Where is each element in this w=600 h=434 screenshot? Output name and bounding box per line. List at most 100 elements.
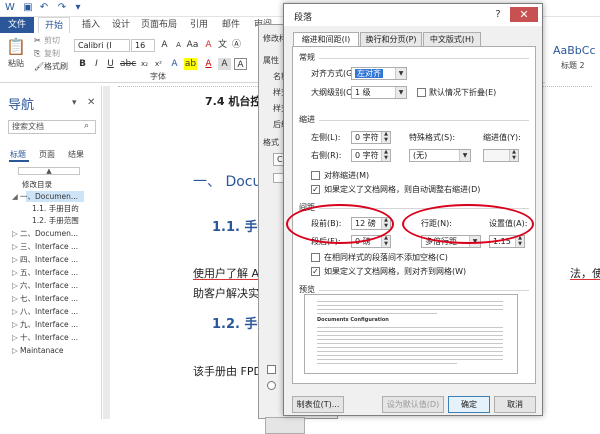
- nav-tab-results[interactable]: 结果: [68, 149, 84, 160]
- close-icon[interactable]: ✕: [510, 7, 538, 22]
- cancel-button[interactable]: 取消: [494, 396, 536, 413]
- expand-icon[interactable]: ▷: [12, 268, 18, 277]
- expand-icon[interactable]: ▷: [12, 281, 18, 290]
- char-border-icon[interactable]: A: [234, 58, 247, 70]
- nav-options-icon[interactable]: ▾: [72, 98, 77, 108]
- set-default-button[interactable]: 设为默认值(D): [382, 396, 444, 413]
- spinner-arrows-icon[interactable]: ▲ ▼: [381, 235, 390, 247]
- nav-item[interactable]: 修改目录: [22, 180, 52, 189]
- nav-item[interactable]: 六、Interface ...: [20, 281, 78, 290]
- nav-tab-headings[interactable]: 标题: [10, 149, 26, 160]
- nav-item[interactable]: 1.1. 手册目的: [32, 204, 79, 213]
- font-size-combo[interactable]: 16: [131, 39, 155, 52]
- underline-icon[interactable]: U: [104, 58, 117, 70]
- expand-icon[interactable]: ▷: [12, 255, 18, 264]
- snap-to-grid-checkbox[interactable]: ✓: [311, 267, 320, 276]
- tab-design[interactable]: 设计: [108, 17, 134, 33]
- nav-item[interactable]: 四、Interface ...: [20, 255, 78, 264]
- undo-icon[interactable]: ↶: [38, 2, 50, 14]
- text-effects-icon[interactable]: A: [168, 58, 181, 70]
- phonetic-icon[interactable]: 文: [216, 39, 229, 51]
- help-icon[interactable]: ?: [489, 7, 507, 22]
- nav-item[interactable]: 一、Documen...: [20, 192, 78, 201]
- copy-label[interactable]: 复制: [44, 49, 60, 59]
- nav-item[interactable]: 十、Interface ...: [20, 333, 78, 342]
- behind-checkbox[interactable]: [267, 365, 276, 374]
- paste-icon[interactable]: 📋: [6, 37, 26, 57]
- collapsed-checkbox[interactable]: [417, 88, 426, 97]
- tab-line-page-breaks[interactable]: 换行和分页(P): [360, 32, 422, 47]
- expand-icon[interactable]: ▷: [12, 229, 18, 238]
- tab-references[interactable]: 引用: [186, 17, 212, 33]
- nav-tab-pages[interactable]: 页面: [39, 149, 55, 160]
- auto-adjust-right-checkbox[interactable]: ✓: [311, 185, 320, 194]
- expand-icon[interactable]: ▷: [12, 346, 18, 355]
- ok-button[interactable]: 确定: [448, 396, 490, 413]
- highlight-icon[interactable]: ab: [184, 58, 197, 70]
- redo-icon[interactable]: ↷: [56, 2, 68, 14]
- nav-item[interactable]: 五、Interface ...: [20, 268, 78, 277]
- copy-icon[interactable]: ⎘: [34, 49, 40, 59]
- nav-item[interactable]: 1.2. 手册范围: [32, 216, 79, 225]
- subscript-icon[interactable]: x₂: [138, 58, 151, 70]
- tab-page-layout[interactable]: 页面布局: [138, 17, 180, 33]
- nav-search-input[interactable]: 搜索文档: [8, 120, 96, 134]
- font-name-combo[interactable]: Calibri (I: [74, 39, 130, 52]
- tab-insert[interactable]: 插入: [78, 17, 104, 33]
- save-icon[interactable]: ▣: [22, 2, 34, 14]
- customize-qat-icon[interactable]: ▾: [72, 2, 84, 14]
- grow-font-icon[interactable]: A: [158, 39, 171, 51]
- left-indent-spinner[interactable]: 0 字符 ▲ ▼: [351, 131, 391, 144]
- tabs-button[interactable]: 制表位(T)...: [292, 396, 344, 413]
- special-format-select[interactable]: (无) ▼: [409, 149, 471, 162]
- search-icon[interactable]: ⌕: [84, 121, 89, 131]
- indent-section-title: 缩进: [299, 115, 315, 124]
- superscript-icon[interactable]: x²: [152, 58, 165, 70]
- behind-radio[interactable]: [267, 381, 276, 390]
- nav-item[interactable]: 二、Documen...: [20, 229, 78, 238]
- collapse-icon[interactable]: ◢: [12, 192, 18, 201]
- cut-label[interactable]: 剪切: [44, 36, 60, 46]
- nav-item[interactable]: Maintanace: [20, 346, 64, 355]
- font-color-icon[interactable]: A: [202, 58, 215, 70]
- mirror-indents-checkbox[interactable]: [311, 171, 320, 180]
- indent-by-spinner[interactable]: ▲ ▼: [483, 149, 519, 162]
- char-shading-icon[interactable]: A: [218, 58, 231, 70]
- clear-format-icon[interactable]: A: [202, 39, 215, 51]
- nav-item[interactable]: 八、Interface ...: [20, 307, 78, 316]
- style-heading2-preview[interactable]: AaBbCc: [553, 44, 596, 57]
- tab-file[interactable]: 文件: [0, 17, 34, 33]
- tab-mailings[interactable]: 邮件: [218, 17, 244, 33]
- behind-format-button[interactable]: [265, 417, 305, 434]
- change-case-icon[interactable]: Aa: [186, 39, 199, 51]
- spinner-arrows-icon[interactable]: ▲ ▼: [515, 235, 524, 247]
- format-painter-label[interactable]: 格式刷: [44, 62, 68, 72]
- nav-close-icon[interactable]: ✕: [87, 97, 95, 108]
- style-heading2-name[interactable]: 标题 2: [561, 60, 585, 71]
- expand-icon[interactable]: ▷: [12, 333, 18, 342]
- alignment-select[interactable]: 左对齐 ▼: [351, 67, 407, 80]
- strikethrough-icon[interactable]: abc: [120, 58, 136, 70]
- outline-level-select[interactable]: 1 级 ▼: [351, 86, 407, 99]
- bold-icon[interactable]: B: [76, 58, 89, 70]
- expand-icon[interactable]: ▷: [12, 307, 18, 316]
- tab-home[interactable]: 开始: [38, 17, 70, 33]
- scissors-icon[interactable]: ✂: [34, 36, 41, 46]
- no-space-same-style-checkbox[interactable]: [311, 253, 320, 262]
- nav-item[interactable]: 三、Interface ...: [20, 242, 78, 251]
- expand-icon[interactable]: ▷: [12, 320, 18, 329]
- shrink-font-icon[interactable]: A: [172, 39, 185, 51]
- nav-item[interactable]: 七、Interface ...: [20, 294, 78, 303]
- nav-item[interactable]: 九、Interface ...: [20, 320, 78, 329]
- expand-icon[interactable]: ▷: [12, 242, 18, 251]
- expand-icon[interactable]: ▷: [12, 294, 18, 303]
- nav-scroll-up[interactable]: ▲: [18, 167, 80, 175]
- paste-label[interactable]: 粘贴: [8, 59, 24, 69]
- spinner-arrows-icon[interactable]: ▲ ▼: [381, 131, 390, 143]
- format-painter-icon[interactable]: 🖌: [34, 62, 44, 72]
- spinner-arrows-icon[interactable]: ▲ ▼: [381, 149, 390, 161]
- tab-asian-typography[interactable]: 中文版式(H): [423, 32, 481, 47]
- right-indent-spinner[interactable]: 0 字符 ▲ ▼: [351, 149, 391, 162]
- italic-icon[interactable]: I: [90, 58, 103, 70]
- enclose-char-icon[interactable]: Ⓐ: [230, 39, 243, 51]
